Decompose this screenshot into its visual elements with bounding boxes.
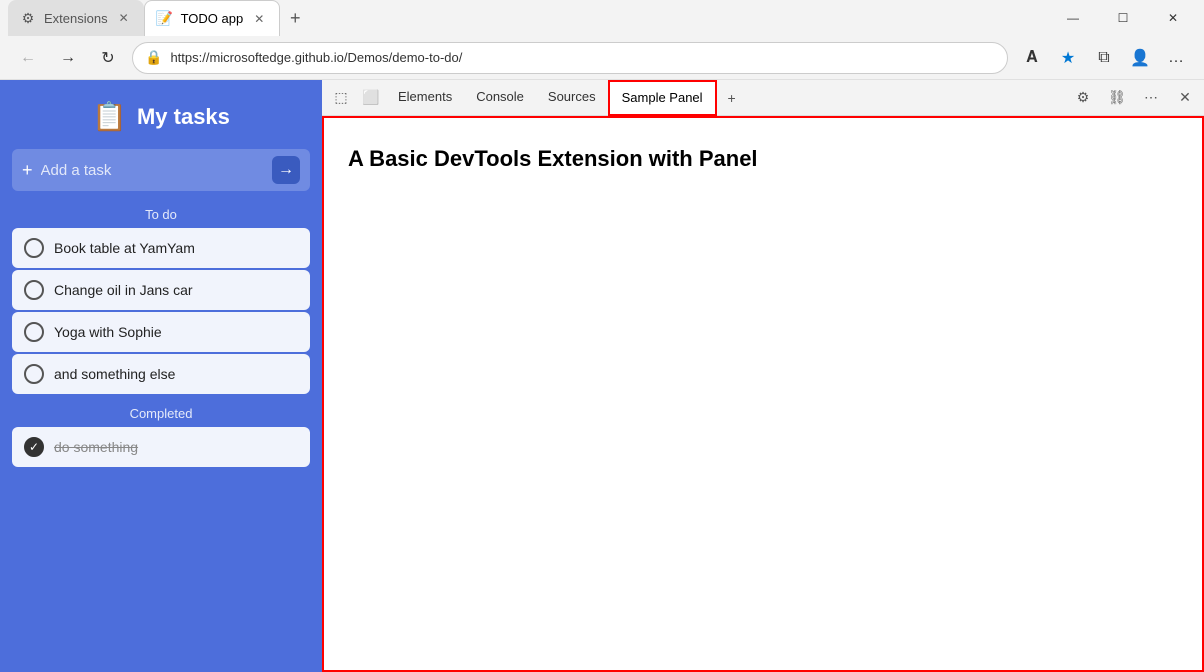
todo-section-label: To do	[0, 207, 322, 222]
tab-elements[interactable]: Elements	[386, 80, 464, 116]
read-aloud-button[interactable]: 𝐀	[1016, 42, 1048, 74]
main-area: 📋 My tasks + → To do Book table at YamYa…	[0, 80, 1204, 672]
add-task-input[interactable]	[41, 162, 264, 179]
add-task-plus-icon: +	[22, 160, 33, 181]
todo-tab-icon: 📝	[157, 11, 173, 27]
tab-todo-close[interactable]: ✕	[251, 11, 267, 27]
profile-button[interactable]: 👤	[1124, 42, 1156, 74]
devtools-panel-heading: A Basic DevTools Extension with Panel	[348, 146, 1178, 172]
devtools-inspect-button[interactable]: ⬚	[326, 83, 356, 113]
task-item-2[interactable]: Change oil in Jans car	[12, 270, 310, 310]
tab-extensions-label: Extensions	[44, 11, 108, 26]
window-controls: — ☐ ✕	[1050, 0, 1196, 36]
favorites-button[interactable]: ★	[1052, 42, 1084, 74]
todo-header: 📋 My tasks	[0, 80, 322, 149]
completed-section-label: Completed	[0, 406, 322, 421]
maximize-button[interactable]: ☐	[1100, 0, 1146, 36]
extensions-tab-icon: ⚙	[20, 10, 36, 26]
devtools-remote-button[interactable]: ⛓	[1102, 83, 1132, 113]
devtools-more-button[interactable]: ⋯	[1136, 83, 1166, 113]
task-text-2: Change oil in Jans car	[54, 282, 193, 298]
url-text: https://microsoftedge.github.io/Demos/de…	[170, 50, 995, 65]
task-checkbox-1[interactable]	[24, 238, 44, 258]
devtools-panel: ⬚ ⬜ Elements Console Sources Sample Pane…	[322, 80, 1204, 672]
tab-sample-panel[interactable]: Sample Panel	[608, 80, 717, 116]
add-task-bar[interactable]: + →	[12, 149, 310, 191]
devtools-close-button[interactable]: ✕	[1170, 83, 1200, 113]
more-button[interactable]: …	[1160, 42, 1192, 74]
devtools-tabs-bar: ⬚ ⬜ Elements Console Sources Sample Pane…	[322, 80, 1204, 116]
todo-task-list: Book table at YamYam Change oil in Jans …	[0, 228, 322, 394]
back-button[interactable]: ←	[12, 42, 44, 74]
close-window-button[interactable]: ✕	[1150, 0, 1196, 36]
task-checkbox-5[interactable]: ✓	[24, 437, 44, 457]
task-text-1: Book table at YamYam	[54, 240, 195, 256]
devtools-add-tab-button[interactable]: +	[717, 83, 747, 113]
tab-sources[interactable]: Sources	[536, 80, 608, 116]
task-checkbox-4[interactable]	[24, 364, 44, 384]
devtools-device-button[interactable]: ⬜	[356, 83, 386, 113]
refresh-button[interactable]: ↻	[92, 42, 124, 74]
completed-task-list: ✓ do something	[0, 427, 322, 467]
browser-window: ⚙ Extensions ✕ 📝 TODO app ✕ + — ☐ ✕ ← → …	[0, 0, 1204, 672]
add-task-submit[interactable]: →	[272, 156, 300, 184]
todo-sidebar: 📋 My tasks + → To do Book table at YamYa…	[0, 80, 322, 672]
task-item-4[interactable]: and something else	[12, 354, 310, 394]
task-checkbox-3[interactable]	[24, 322, 44, 342]
lock-icon: 🔒	[145, 49, 162, 66]
task-checkbox-2[interactable]	[24, 280, 44, 300]
task-text-3: Yoga with Sophie	[54, 324, 162, 340]
task-text-4: and something else	[54, 366, 175, 382]
devtools-settings-button[interactable]: ⚙	[1068, 83, 1098, 113]
devtools-content: A Basic DevTools Extension with Panel	[322, 116, 1204, 672]
task-item-5[interactable]: ✓ do something	[12, 427, 310, 467]
address-bar: ← → ↻ 🔒 https://microsoftedge.github.io/…	[0, 36, 1204, 80]
todo-app-title: My tasks	[137, 104, 230, 130]
url-bar[interactable]: 🔒 https://microsoftedge.github.io/Demos/…	[132, 42, 1008, 74]
collections-button[interactable]: ⧉	[1088, 42, 1120, 74]
title-bar: ⚙ Extensions ✕ 📝 TODO app ✕ + — ☐ ✕	[0, 0, 1204, 36]
task-text-5: do something	[54, 439, 138, 455]
tab-extensions[interactable]: ⚙ Extensions ✕	[8, 0, 144, 36]
task-item-1[interactable]: Book table at YamYam	[12, 228, 310, 268]
tab-console[interactable]: Console	[464, 80, 536, 116]
tab-extensions-close[interactable]: ✕	[116, 10, 132, 26]
tab-todo[interactable]: 📝 TODO app ✕	[144, 0, 281, 36]
new-tab-button[interactable]: +	[280, 3, 310, 33]
tab-todo-label: TODO app	[181, 11, 244, 26]
toolbar-right: 𝐀 ★ ⧉ 👤 …	[1016, 42, 1192, 74]
todo-app-icon: 📋	[92, 100, 127, 133]
devtools-toolbar-right: ⚙ ⛓ ⋯ ✕	[1068, 83, 1200, 113]
forward-button[interactable]: →	[52, 42, 84, 74]
task-item-3[interactable]: Yoga with Sophie	[12, 312, 310, 352]
minimize-button[interactable]: —	[1050, 0, 1096, 36]
